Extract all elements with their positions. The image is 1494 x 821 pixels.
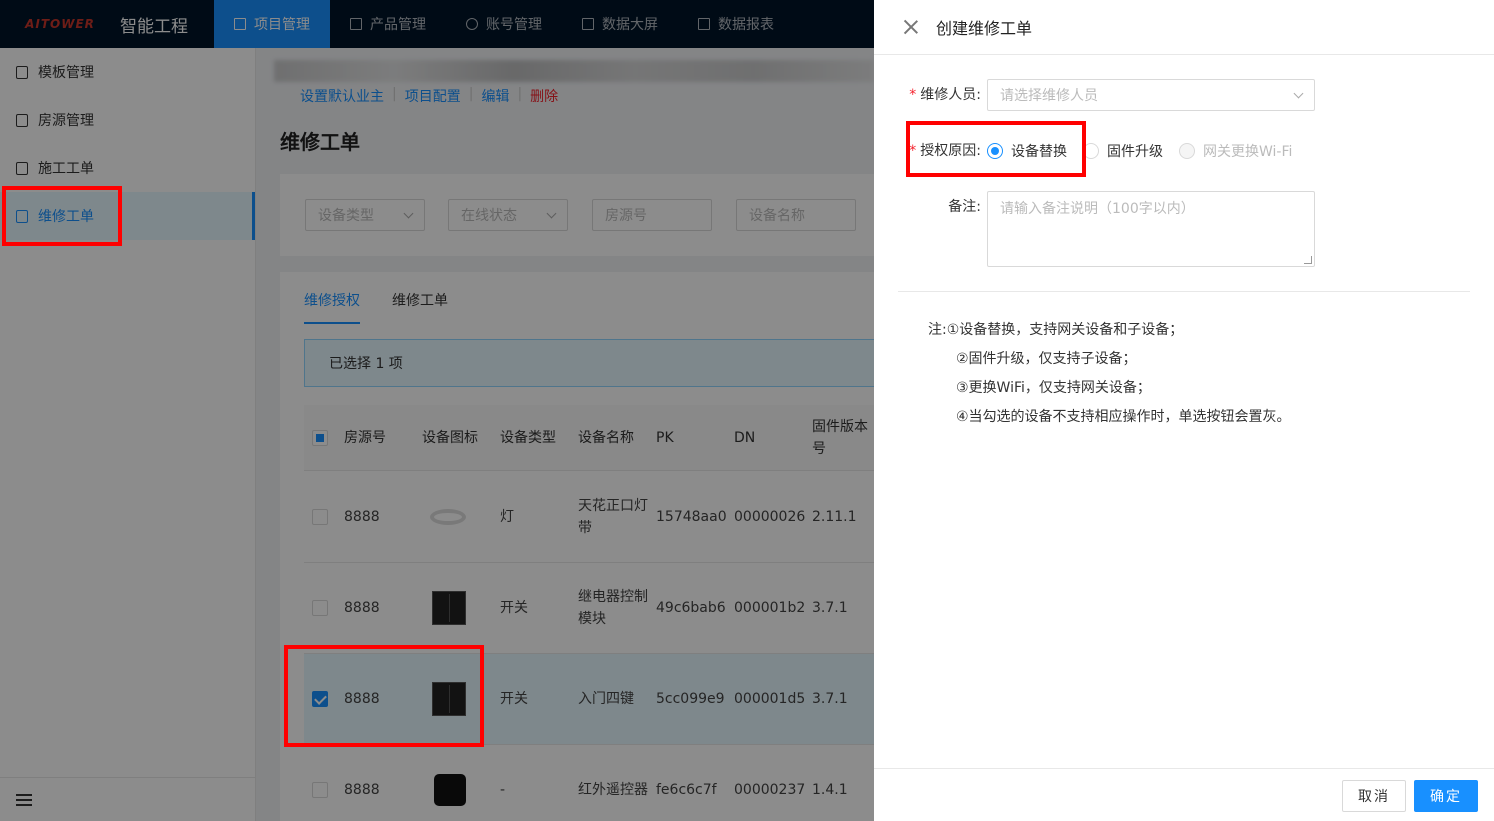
confirm-button[interactable]: 确定 xyxy=(1414,780,1478,812)
note-line: ①设备替换，支持网关设备和子设备； xyxy=(946,322,1184,338)
radio-gateway-wifi: 网关更换Wi-Fi xyxy=(1179,141,1292,161)
repair-person-row: * 维修人员: 请选择维修人员 xyxy=(874,79,1315,111)
drawer-header: 创建维修工单 xyxy=(874,0,1494,55)
radio-button xyxy=(1179,143,1195,159)
note-line: ③更换WiFi，仅支持网关设备； xyxy=(956,380,1151,396)
divider xyxy=(898,291,1470,292)
notes: 注:①设备替换，支持网关设备和子设备； ②固件升级，仅支持子设备； ③更换WiF… xyxy=(928,316,1291,432)
chevron-down-icon xyxy=(1293,88,1304,98)
notes-prefix: 注: xyxy=(928,322,947,338)
resize-handle-icon[interactable] xyxy=(1304,256,1312,264)
close-icon[interactable] xyxy=(904,20,918,34)
highlight-selected-row xyxy=(284,645,484,747)
highlight-sidebar-repair xyxy=(2,186,122,246)
remark-textarea[interactable]: 请输入备注说明（100字以内） xyxy=(987,191,1315,267)
highlight-auth-reason xyxy=(906,121,1086,177)
remark-label: 备注: xyxy=(948,199,981,215)
required-mark: * xyxy=(909,87,917,103)
note-line: ④当勾选的设备不支持相应操作时，单选按钮会置灰。 xyxy=(956,409,1291,425)
repair-person-select[interactable]: 请选择维修人员 xyxy=(987,79,1315,111)
remark-row: 备注: 请输入备注说明（100字以内） xyxy=(874,191,1315,267)
drawer-footer: 取消 确定 xyxy=(874,768,1494,821)
radio-firmware-upgrade[interactable]: 固件升级 xyxy=(1083,141,1163,161)
drawer-title: 创建维修工单 xyxy=(936,19,1033,38)
cancel-button[interactable]: 取消 xyxy=(1342,780,1406,812)
note-line: ②固件升级，仅支持子设备； xyxy=(956,351,1137,367)
repair-person-label: 维修人员: xyxy=(920,87,981,103)
